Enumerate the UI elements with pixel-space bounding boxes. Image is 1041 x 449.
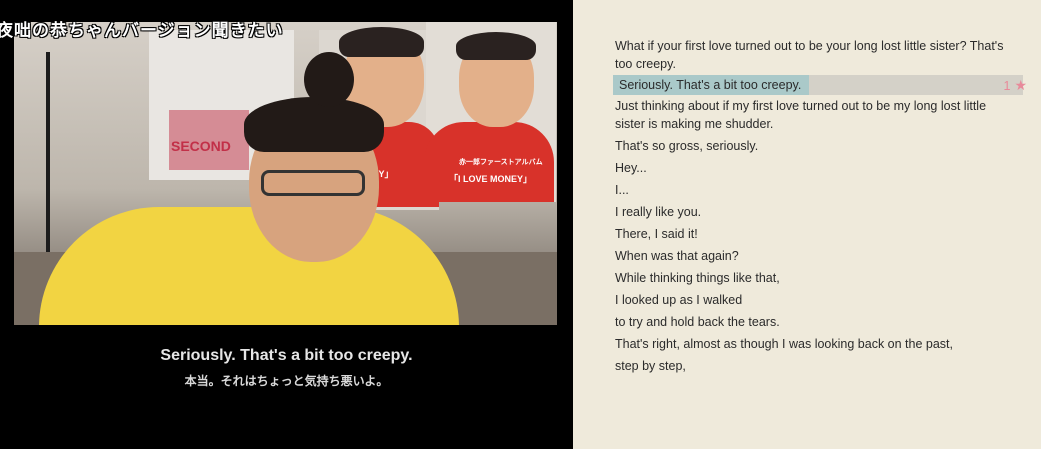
poster-left-text: SECOND xyxy=(171,138,231,154)
subtitle-japanese: 本当。それはちょっと気持ち悪いよ。 xyxy=(184,374,389,388)
poster-middle-hair xyxy=(339,27,424,57)
transcript-panel: What if your first love turned out to be… xyxy=(573,0,1041,449)
poster-right-text-2: 「I LOVE MONEY」 xyxy=(449,174,533,184)
star-icon: ★ xyxy=(1014,77,1027,93)
transcript-line[interactable]: That's right, almost as though I was loo… xyxy=(615,335,1025,353)
person-shirt xyxy=(39,207,459,325)
transcript-line[interactable]: When was that again? xyxy=(615,247,1025,265)
poster-right-hair xyxy=(456,32,536,60)
transcript-line[interactable]: That's so gross, seriously. xyxy=(615,137,1025,155)
video-player[interactable]: SECOND ONEY」 赤一郎ファーストアルバム 「I LOVE MONEY」… xyxy=(0,0,573,449)
transcript-line[interactable]: I... xyxy=(615,181,1025,199)
transcript-line-text: Seriously. That's a bit too creepy. xyxy=(619,78,802,92)
subtitle-english: Seriously. That's a bit too creepy. xyxy=(160,347,413,364)
transcript-line[interactable]: I really like you. xyxy=(615,203,1025,221)
scrolling-comment: 夜咄の恭ちゃんバージョン聞きたい xyxy=(0,21,284,40)
video-frame[interactable]: SECOND ONEY」 赤一郎ファーストアルバム 「I LOVE MONEY」 xyxy=(14,22,557,325)
person-glasses xyxy=(261,170,365,196)
person-hair xyxy=(244,97,384,152)
transcript-line[interactable]: Just thinking about if my first love tur… xyxy=(615,97,1025,133)
transcript-line[interactable]: step by step, xyxy=(615,357,1025,375)
transcript-line[interactable]: There, I said it! xyxy=(615,225,1025,243)
transcript-line[interactable]: Hey... xyxy=(615,159,1025,177)
transcript-line[interactable]: What if your first love turned out to be… xyxy=(615,37,1025,73)
favorite-count: 1 xyxy=(1003,79,1011,93)
tripod-image xyxy=(46,52,50,252)
transcript-line[interactable]: to try and hold back the tears. xyxy=(615,313,1025,331)
poster-right-text-1: 赤一郎ファーストアルバム xyxy=(459,159,543,166)
favorite-star-icon[interactable]: 1 ★ xyxy=(1003,75,1027,96)
transcript-line[interactable]: I looked up as I walked xyxy=(615,291,1025,309)
transcript-line[interactable]: While thinking things like that, xyxy=(615,269,1025,287)
person-hair-bun xyxy=(304,52,354,107)
transcript-line-active[interactable]: Seriously. That's a bit too creepy. 1 ★ xyxy=(613,75,1027,96)
transcript-list: What if your first love turned out to be… xyxy=(613,37,1027,379)
